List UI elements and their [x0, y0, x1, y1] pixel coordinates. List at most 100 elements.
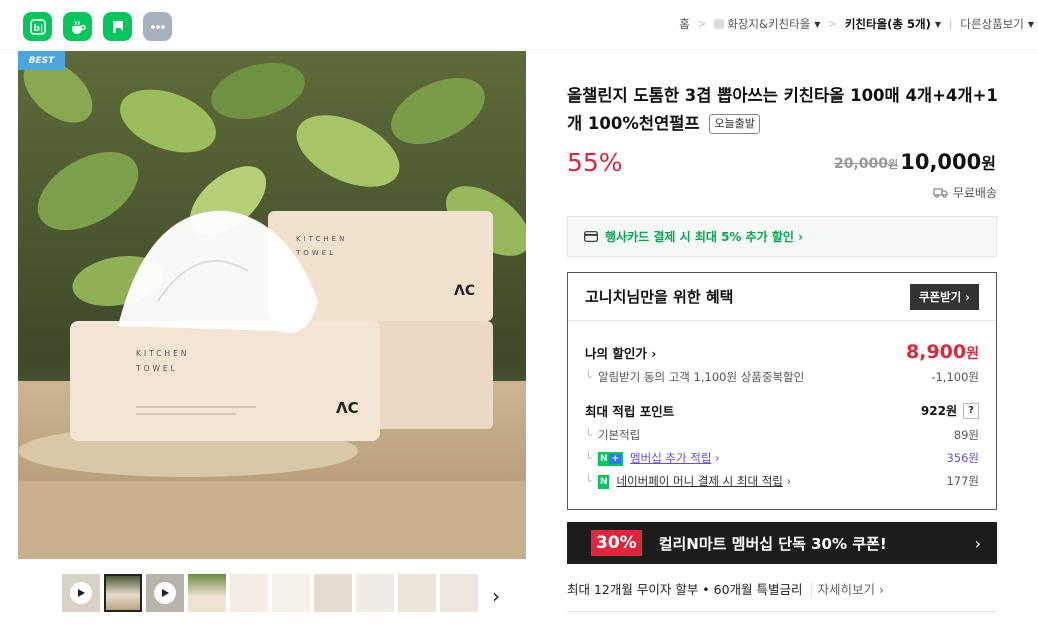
my-price-label[interactable]: 나의 할인가 ›: [585, 343, 656, 362]
sale-price-unit: 원: [981, 154, 996, 173]
breadcrumb-category[interactable]: 화장지&키친타올: [727, 16, 810, 32]
blog-share-icon[interactable]: b|: [23, 12, 52, 41]
basic-points-value: 89원: [953, 428, 979, 442]
play-icon: [154, 582, 176, 604]
sale-price-value: 10,000: [900, 150, 982, 174]
banner-text: 컬리N마트 멤버십 단독 30% 쿠폰!: [658, 534, 887, 553]
basic-points-row: └ 기본적립 89원: [585, 427, 979, 443]
sale-price: 10,000원: [900, 150, 996, 174]
thumbnail-8[interactable]: [356, 574, 394, 612]
product-main-image[interactable]: KITCHEN TOWEL ΛC KITCHEN TOWEL ΛC: [18, 51, 526, 559]
basic-points-text: 기본적립: [597, 428, 641, 442]
npay-points-row: └ N 네이버페이 머니 결제 시 최대 적립 › 177원: [585, 473, 979, 489]
points-row: 최대 적립 포인트 922원 ?: [585, 401, 979, 420]
chevron-right-icon[interactable]: ›: [492, 584, 500, 608]
tree-branch-icon: └: [585, 474, 592, 488]
breadcrumb-current[interactable]: 키친타올(총 5개): [845, 16, 931, 32]
shipping-text: 무료배송: [952, 186, 997, 200]
thumbnail-4[interactable]: [188, 574, 226, 612]
thumbnail-video-3[interactable]: [146, 574, 184, 612]
points-label: 최대 적립 포인트: [585, 404, 675, 419]
chevron-right-icon: ›: [974, 533, 981, 553]
my-price-number: 8,900: [906, 341, 967, 363]
svg-text:TOWEL: TOWEL: [295, 249, 336, 257]
thumbnail-video-1[interactable]: [62, 574, 100, 612]
membership-points-row: └ N + 멤버십 추가 적립 › 356원: [585, 450, 979, 466]
npay-points-link[interactable]: 네이버페이 머니 결제 시 최대 적립: [616, 474, 782, 488]
caret-down-icon[interactable]: ▼: [935, 20, 941, 29]
installment-text: 최대 12개월 무이자 할부 • 60개월 특별금리: [567, 582, 803, 597]
thumbnail-7[interactable]: [314, 574, 352, 612]
breadcrumb-separator-icon: >: [828, 18, 837, 30]
member-benefit-box: 고니치님만을 위한 혜택 쿠폰받기 › 나의 할인가 › 8,900원 └ 알림받…: [567, 272, 997, 510]
my-price-unit: 원: [966, 346, 979, 362]
cafe-share-icon[interactable]: [63, 12, 92, 41]
credit-card-icon: [584, 231, 598, 242]
caret-down-icon[interactable]: ▼: [814, 20, 820, 29]
svg-text:KITCHEN: KITCHEN: [136, 349, 190, 358]
svg-text:KITCHEN: KITCHEN: [296, 235, 347, 243]
membership-points-label: └ N + 멤버십 추가 적립 ›: [585, 451, 720, 466]
membership-points-link[interactable]: 멤버십 추가 적립: [630, 451, 711, 465]
breadcrumb: 홈 > 화장지&키친타올 ▼ > 키친타올(총 5개) ▼ | 다른상품보기 ▼: [679, 16, 1034, 32]
band-share-icon[interactable]: [103, 12, 132, 41]
installment-detail-link[interactable]: 자세히보기 ›: [810, 582, 884, 597]
alarm-discount-text: 알림받기 동의 고객 1,100원 상품중복할인: [597, 370, 805, 384]
breadcrumb-divider: |: [948, 18, 953, 30]
svg-text:TOWEL: TOWEL: [135, 364, 178, 373]
other-products-link[interactable]: 다른상품보기: [960, 16, 1023, 32]
basic-points-label: └ 기본적립: [585, 427, 640, 443]
card-promo-text: 행사카드 결제 시 최대 5% 추가 할인 ›: [605, 230, 804, 244]
breadcrumb-home[interactable]: 홈: [679, 16, 690, 32]
truck-icon: [933, 188, 948, 198]
product-title: 올챌린지 도톰한 3겹 뽑아쓰는 키친타올 100매 4개+4개+1개 100%…: [567, 82, 999, 138]
caret-down-icon[interactable]: ▼: [1028, 20, 1034, 29]
get-coupon-button[interactable]: 쿠폰받기 ›: [909, 283, 979, 310]
svg-text:b|: b|: [33, 24, 43, 34]
original-price-value: 20,000: [834, 156, 889, 172]
discount-rate: 55%: [567, 148, 623, 177]
tree-branch-icon: └: [585, 370, 592, 384]
today-ship-badge: 오늘출발: [709, 114, 760, 134]
original-price-unit: 원: [888, 158, 899, 171]
thumbnail-10[interactable]: [440, 574, 478, 612]
points-value: 922원: [920, 404, 957, 418]
npay-points-value: 177원: [946, 474, 979, 488]
alarm-discount-row: └ 알림받기 동의 고객 1,100원 상품중복할인 -1,100원: [585, 369, 979, 385]
thumbnail-9[interactable]: [398, 574, 436, 612]
alarm-discount-value: -1,100원: [931, 370, 979, 384]
npay-points-label: └ N 네이버페이 머니 결제 시 최대 적립 ›: [585, 474, 792, 489]
benefit-title: 고니치님만을 위한 혜택: [585, 288, 734, 306]
breadcrumb-separator-icon: >: [697, 18, 707, 30]
points-value-wrap: 922원 ?: [921, 402, 979, 419]
tree-branch-icon: └: [585, 428, 592, 442]
installment-info: 최대 12개월 무이자 할부 • 60개월 특별금리 자세히보기 ›: [567, 579, 884, 598]
my-price-row: 나의 할인가 › 8,900원: [585, 341, 979, 363]
play-icon: [70, 582, 92, 604]
benefit-header: 고니치님만을 위한 혜택 쿠폰받기 ›: [568, 273, 996, 321]
thumbnail-strip: [62, 574, 478, 612]
tree-branch-icon: └: [585, 451, 592, 465]
membership-points-value: 356원: [946, 451, 979, 465]
product-title-text: 올챌린지 도톰한 3겹 뽑아쓰는 키친타올 100매 4개+4개+1개 100%…: [567, 86, 998, 133]
svg-text:ΛC: ΛC: [336, 399, 359, 417]
naver-pay-icon: N: [597, 474, 610, 489]
svg-text:ΛC: ΛC: [454, 283, 475, 299]
alarm-discount-label: └ 알림받기 동의 고객 1,100원 상품중복할인: [585, 369, 804, 385]
best-badge: BEST: [18, 51, 65, 70]
shipping-info: 무료배송: [933, 184, 997, 201]
category-thumb-icon: [714, 19, 725, 29]
card-promo-link[interactable]: 행사카드 결제 시 최대 5% 추가 할인 ›: [567, 216, 997, 257]
coupon-percent-badge: 30%: [591, 530, 642, 556]
more-share-icon[interactable]: [143, 12, 172, 41]
help-icon[interactable]: ?: [963, 402, 979, 419]
thumbnail-2[interactable]: [104, 574, 142, 612]
original-price: 20,000원: [834, 156, 898, 172]
my-price-value: 8,900원: [906, 341, 979, 363]
membership-coupon-banner[interactable]: 30% 컬리N마트 멤버십 단독 30% 쿠폰! ›: [567, 522, 997, 564]
divider: [567, 611, 997, 612]
thumbnail-5[interactable]: [230, 574, 268, 612]
thumbnail-6[interactable]: [272, 574, 310, 612]
naver-plus-icon: N +: [597, 451, 624, 466]
top-bar: b| 홈 > 화장지&키친타올 ▼ > 키친타올(총 5개) ▼ | 다른상품보…: [0, 0, 1038, 50]
